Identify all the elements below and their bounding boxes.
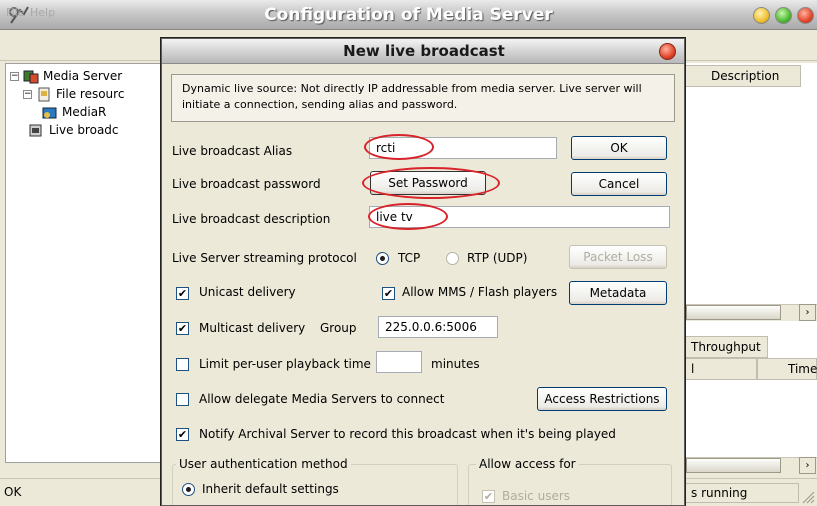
status-text: OK [4,485,22,499]
packet-loss-button[interactable]: Packet Loss [569,245,667,269]
playback-minutes-input[interactable] [376,351,422,373]
resize-grip-icon[interactable] [801,490,815,504]
scroll-right-icon[interactable]: › [799,457,816,474]
tree-item-file-resources[interactable]: − File resourc [23,87,124,105]
column-header-l[interactable]: l [684,358,757,380]
dialog-title: New live broadcast [343,42,505,60]
auth-method-title: User authentication method [176,457,351,471]
description-label: Live broadcast description [172,212,331,226]
notify-archival-label: Notify Archival Server to record this br… [199,427,616,441]
radio-tcp-label: TCP [398,251,421,265]
live-broadcast-icon [29,124,42,137]
highlight-circle [362,167,500,199]
ok-button[interactable]: OK [571,136,667,160]
tab-throughput[interactable]: Throughput [684,336,768,358]
highlight-circle [368,203,448,230]
tree-item-live-broadcast[interactable]: Live broadc [29,123,119,141]
basic-users-checkbox[interactable]: ✔ [482,490,495,503]
file-resource-icon [38,87,50,102]
allow-mms-checkbox[interactable]: ✔ [382,287,395,300]
unicast-checkbox[interactable]: ✔ [176,287,189,300]
tree-item-label: Media Server [43,69,123,83]
alias-label: Live broadcast Alias [172,144,293,158]
tree-item-media-server[interactable]: − Media Server [10,69,122,87]
protocol-label: Live Server streaming protocol [172,251,357,265]
close-button[interactable] [797,7,814,24]
media-server-config-window: Configuration of Media Server File Help … [0,0,817,506]
metadata-button[interactable]: Metadata [569,281,667,305]
media-resource-icon [42,107,57,119]
column-header-description[interactable]: Description [684,65,801,87]
radio-inherit-default[interactable] [182,483,195,496]
scroll-right-icon[interactable]: › [799,304,816,321]
tree-item-label: Live broadc [49,123,119,137]
notify-archival-checkbox[interactable]: ✔ [176,428,189,441]
multicast-label: Multicast delivery [199,321,306,335]
dialog-close-button[interactable] [659,43,676,60]
radio-rtp-udp[interactable] [446,252,459,265]
cancel-button[interactable]: Cancel [571,172,667,196]
limit-playback-checkbox[interactable] [176,358,189,371]
collapse-icon[interactable]: − [23,90,32,99]
scrollbar-thumb[interactable] [686,458,781,473]
inherit-default-label: Inherit default settings [202,482,339,496]
radio-tcp[interactable] [376,252,389,265]
password-label: Live broadcast password [172,177,321,191]
delegate-servers-checkbox[interactable] [176,393,189,406]
minutes-label: minutes [431,357,480,371]
multicast-checkbox[interactable]: ✔ [176,322,189,335]
limit-playback-label: Limit per-user playback time [199,357,371,371]
minimize-button[interactable] [753,7,770,24]
menu-help[interactable]: Help [30,6,55,19]
resource-list [684,63,817,463]
multicast-group-input[interactable]: 225.0.0.6:5006 [378,316,498,338]
menu-file[interactable]: File [6,6,24,19]
tree-item-label: MediaR [62,105,107,119]
tree-item-media-resource[interactable]: MediaR [42,105,106,123]
access-restrictions-button[interactable]: Access Restrictions [537,387,667,411]
new-live-broadcast-dialog: New live broadcast Dynamic live source: … [161,38,685,506]
allow-access-title: Allow access for [476,457,579,471]
main-window-title: Configuration of Media Server [264,5,553,25]
allow-mms-label: Allow MMS / Flash players [402,285,558,299]
tree-item-label: File resourc [56,87,125,101]
collapse-icon[interactable]: − [10,72,19,81]
radio-rtp-label: RTP (UDP) [467,251,528,265]
scrollbar-thumb[interactable] [686,305,781,320]
delegate-servers-label: Allow delegate Media Servers to connect [199,392,445,406]
highlight-circle [364,134,434,160]
basic-users-label: Basic users [502,489,571,503]
status-running-text: s running [684,483,799,503]
unicast-label: Unicast delivery [199,285,296,299]
server-tree: − Media Server − File resourc MediaR Live … [5,63,163,463]
maximize-button[interactable] [775,7,792,24]
group-label: Group [320,321,357,335]
column-header-time[interactable]: Time [757,358,817,380]
info-box: Dynamic live source: Not directly IP add… [171,74,675,122]
media-server-icon [23,70,39,84]
